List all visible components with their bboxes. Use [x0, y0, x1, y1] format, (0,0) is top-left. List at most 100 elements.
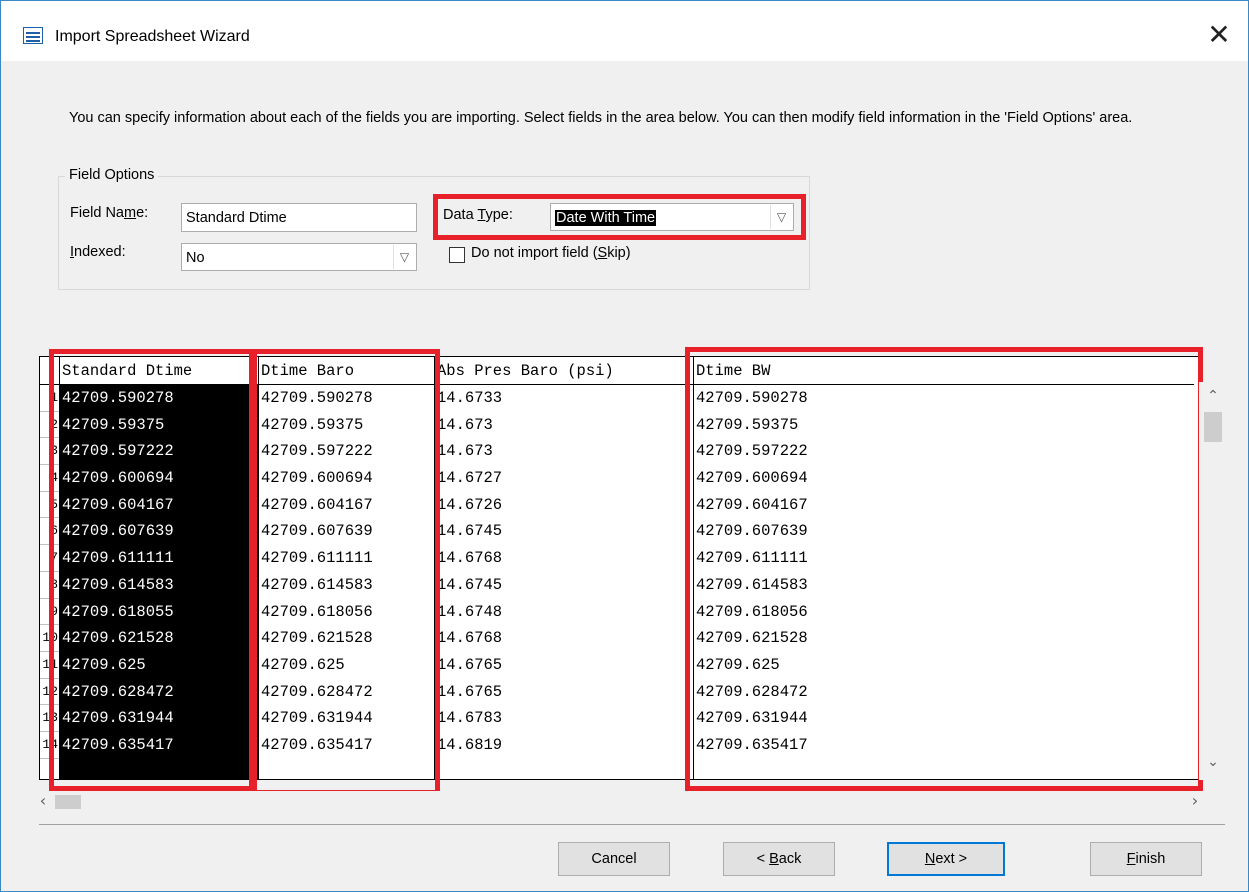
import-spreadsheet-wizard-window: Import Spreadsheet Wizard ✕ You can spec… [0, 0, 1249, 892]
finish-button[interactable]: Finish [1090, 842, 1202, 876]
row-number: 2 [40, 412, 59, 439]
data-preview-grid[interactable]: 1 2 3 4 5 6 7 8 9 10 11 12 13 14 Standard Dtime Dtime… [39, 356, 1199, 780]
grid-cell: 42709.625 [62, 655, 146, 674]
row-number: 12 [40, 679, 59, 706]
grid-cell: 14.6819 [437, 735, 503, 754]
field-options-legend: Field Options [65, 167, 159, 183]
grid-cell: 42709.625 [261, 655, 345, 674]
grid-cell: 42709.628472 [261, 682, 373, 701]
grid-cell: 42709.590278 [62, 389, 174, 407]
row-number: 13 [40, 705, 59, 732]
grid-cell: 42709.618056 [261, 602, 373, 621]
grid-cell: 42709.59375 [261, 415, 364, 434]
grid-column-dtime-baro[interactable]: 42709.590278 42709.59375 42709.597222 42709… [259, 385, 435, 779]
grid-cell: 42709.618056 [696, 602, 808, 621]
grid-cell: 42709.621528 [62, 629, 174, 648]
vertical-scrollbar[interactable]: ⌃ ⌄ [1199, 382, 1227, 780]
grid-cell: 14.673 [437, 442, 493, 461]
grid-column-abs-pres-baro[interactable]: 14.6733 14.673 14.673 14.6727 14.6726 14.6745… [435, 385, 694, 779]
grid-cell: 14.6783 [437, 709, 503, 728]
row-number: 11 [40, 652, 59, 679]
grid-cell: 42709.628472 [696, 682, 808, 701]
grid-cell: 14.6768 [437, 629, 503, 648]
row-number: 5 [40, 492, 59, 519]
cancel-button[interactable]: Cancel [558, 842, 670, 876]
close-icon[interactable]: ✕ [1202, 18, 1236, 52]
grid-cell: 42709.618055 [62, 602, 174, 621]
grid-column-standard-dtime[interactable]: 42709.590278 42709.59375 42709.597222 42709… [60, 385, 259, 779]
column-header-dtime-bw[interactable]: Dtime BW [694, 357, 1194, 385]
chevron-down-icon[interactable]: ▽ [770, 205, 792, 229]
grid-cell: 14.6727 [437, 469, 503, 488]
indexed-label: Indexed: [70, 244, 126, 260]
column-header-abs-pres-baro[interactable]: Abs Pres Baro (psi) [435, 357, 694, 385]
grid-cell: 42709.631944 [696, 709, 808, 728]
grid-cell: 42709.607639 [62, 522, 174, 541]
grid-cell: 42709.59375 [696, 415, 799, 434]
grid-cell: 42709.621528 [261, 629, 373, 648]
grid-cell: 42709.614583 [261, 575, 373, 594]
column-header-dtime-baro[interactable]: Dtime Baro [259, 357, 435, 385]
grid-cell: 42709.59375 [62, 415, 165, 434]
back-button[interactable]: < Back [723, 842, 835, 876]
row-number: 4 [40, 465, 59, 492]
grid-cell: 14.6745 [437, 575, 503, 594]
row-number: 8 [40, 572, 59, 599]
row-number-column: 1 2 3 4 5 6 7 8 9 10 11 12 13 14 [40, 357, 60, 779]
grid-cell: 14.673 [437, 415, 493, 434]
grid-cell: 42709.621528 [696, 629, 808, 648]
grid-cell: 42709.607639 [696, 522, 808, 541]
field-options-group [58, 176, 810, 290]
grid-cell: 42709.635417 [696, 735, 808, 754]
scroll-up-icon[interactable]: ⌃ [1199, 388, 1227, 408]
field-name-label: Field Name: [70, 205, 149, 221]
footer-separator [39, 824, 1225, 825]
grid-cell: 42709.611111 [696, 549, 808, 568]
grid-cell: 42709.600694 [62, 469, 174, 488]
grid-cell: 14.6733 [437, 389, 503, 407]
row-number: 14 [40, 732, 59, 759]
grid-cell: 42709.631944 [261, 709, 373, 728]
row-number: 10 [40, 625, 59, 652]
indexed-value: No [186, 250, 205, 266]
grid-cell: 14.6726 [437, 495, 503, 514]
grid-cell: 42709.611111 [261, 549, 373, 568]
scroll-right-icon[interactable]: › [1185, 791, 1205, 813]
grid-cell: 42709.600694 [261, 469, 373, 488]
grid-cell: 14.6765 [437, 655, 503, 674]
skip-field-checkbox[interactable] [449, 247, 465, 263]
chevron-down-icon[interactable]: ▽ [393, 245, 415, 269]
horizontal-scroll-thumb[interactable] [55, 795, 81, 809]
grid-cell: 42709.628472 [62, 682, 174, 701]
next-button[interactable]: Next > [887, 842, 1005, 876]
spreadsheet-icon [23, 27, 43, 44]
grid-cell: 42709.597222 [261, 442, 373, 461]
title-bar: Import Spreadsheet Wizard ✕ [1, 1, 1248, 61]
grid-cell: 42709.604167 [696, 495, 808, 514]
grid-cell: 42709.590278 [261, 389, 373, 407]
grid-cell: 42709.611111 [62, 549, 174, 568]
column-header-standard-dtime[interactable]: Standard Dtime [60, 357, 259, 385]
grid-cell: 14.6765 [437, 682, 503, 701]
grid-cell: 42709.614583 [696, 575, 808, 594]
skip-field-label: Do not import field (Skip) [471, 245, 631, 261]
indexed-select[interactable]: No ▽ [181, 243, 417, 271]
grid-cell: 42709.625 [696, 655, 780, 674]
window-title: Import Spreadsheet Wizard [55, 28, 250, 45]
horizontal-scrollbar[interactable]: ‹ › [39, 791, 1199, 813]
grid-cell: 42709.597222 [62, 442, 174, 461]
data-type-select[interactable]: Date With Time ▽ [550, 203, 794, 231]
field-name-input[interactable]: Standard Dtime [181, 203, 417, 232]
grid-column-dtime-bw[interactable]: 42709.590278 42709.59375 42709.597222 42709… [694, 385, 1194, 779]
data-type-label: Data Type: [443, 207, 513, 223]
grid-cell: 42709.635417 [62, 735, 174, 754]
grid-cell: 42709.597222 [696, 442, 808, 461]
grid-cell: 42709.604167 [261, 495, 373, 514]
row-number: 3 [40, 438, 59, 466]
grid-cell: 42709.631944 [62, 709, 174, 728]
vertical-scroll-thumb[interactable] [1204, 412, 1222, 442]
scroll-left-icon[interactable]: ‹ [33, 791, 53, 813]
row-number: 7 [40, 545, 59, 572]
scroll-down-icon[interactable]: ⌄ [1199, 754, 1227, 774]
grid-cell: 42709.590278 [696, 389, 808, 407]
